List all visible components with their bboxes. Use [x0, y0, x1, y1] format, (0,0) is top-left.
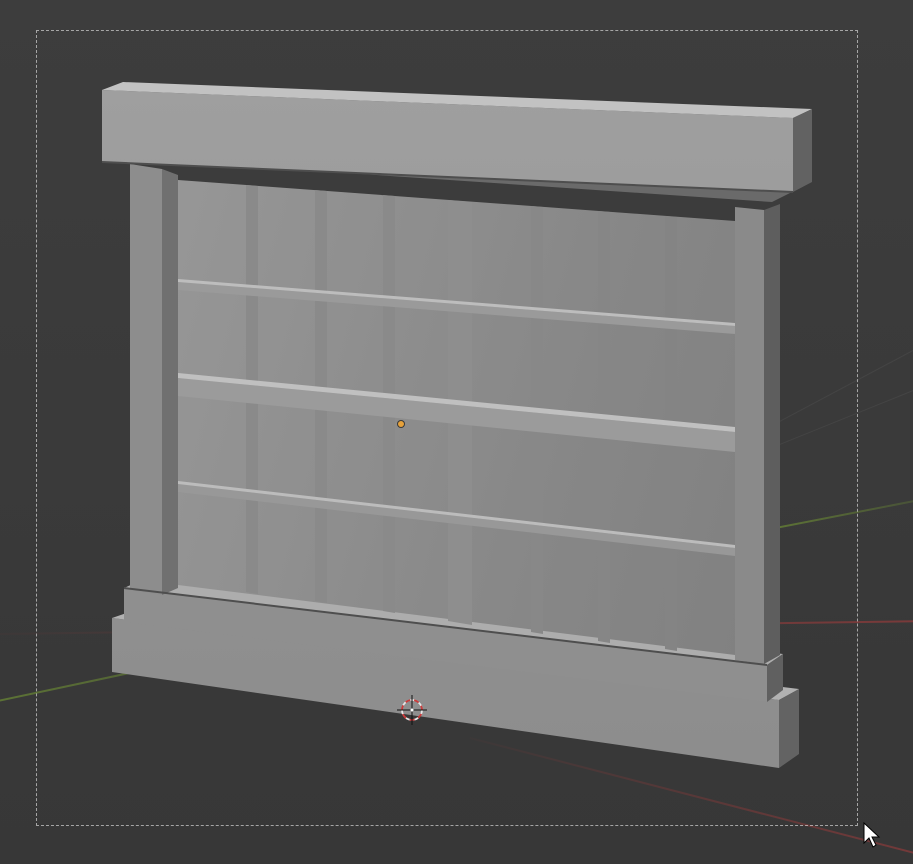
camera-frame — [36, 30, 858, 826]
object-origin-dot — [398, 421, 404, 427]
blender-3d-viewport[interactable] — [0, 0, 913, 864]
mouse-cursor-icon — [863, 822, 881, 848]
